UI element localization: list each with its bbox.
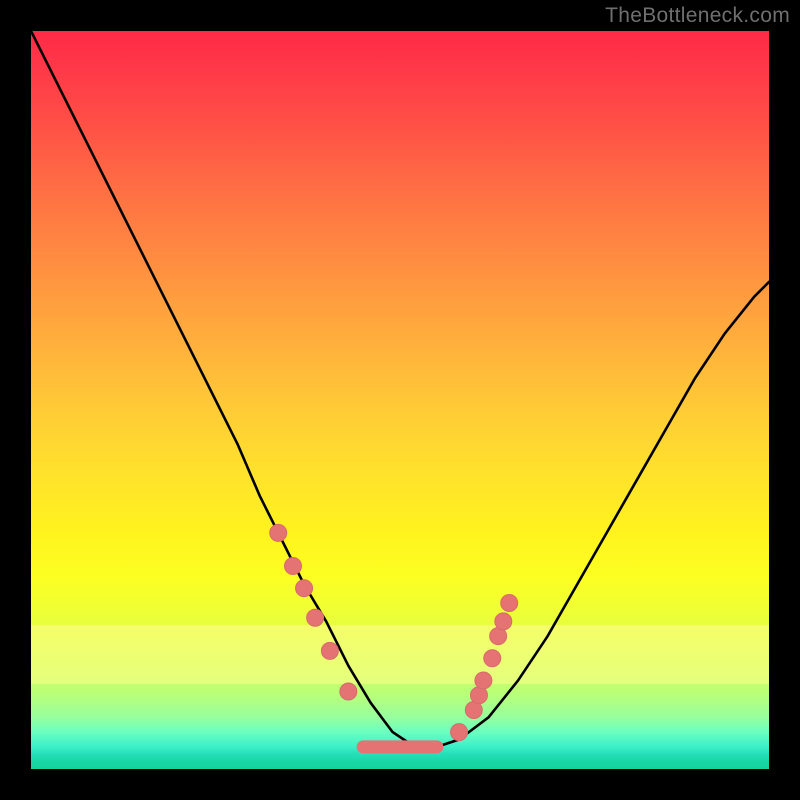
bottleneck-curve <box>31 31 769 747</box>
curve-marker <box>284 558 301 575</box>
curve-marker <box>307 609 324 626</box>
curve-marker <box>321 642 338 659</box>
curve-marker <box>495 613 512 630</box>
outer-frame: TheBottleneck.com <box>0 0 800 800</box>
plot-area <box>31 31 769 769</box>
curve-marker <box>340 683 357 700</box>
curve-marker <box>270 524 287 541</box>
curve-marker <box>451 724 468 741</box>
chart-svg <box>31 31 769 769</box>
watermark-text: TheBottleneck.com <box>605 4 790 28</box>
curve-marker <box>296 580 313 597</box>
curve-marker <box>501 594 518 611</box>
curve-marker <box>475 672 492 689</box>
curve-marker <box>484 650 501 667</box>
